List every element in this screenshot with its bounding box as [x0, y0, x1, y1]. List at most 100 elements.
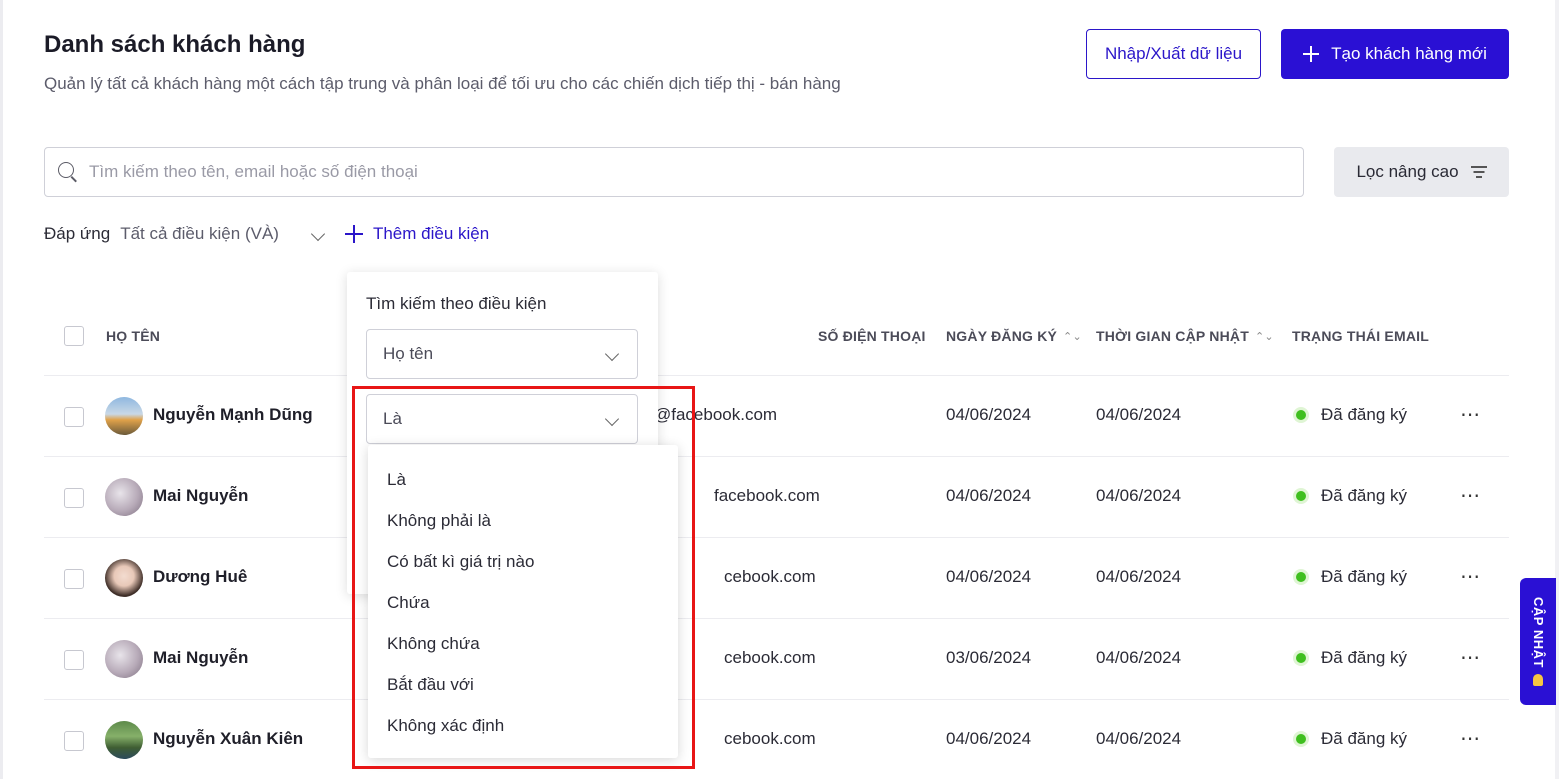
row-checkbox[interactable]: [64, 407, 84, 427]
column-registered[interactable]: NGÀY ĐĂNG KÝ ⌃⌄: [946, 328, 1082, 344]
operator-dropdown: Là Không phải là Có bất kì giá trị nào C…: [368, 445, 678, 758]
updated-date: 04/06/2024: [1096, 729, 1182, 748]
sort-icon: ⌃⌄: [1063, 330, 1082, 343]
operator-option[interactable]: Không chứa: [368, 623, 678, 664]
more-options-icon[interactable]: ⋯: [1460, 564, 1481, 589]
customer-table: HỌ TÊN SỐ ĐIỆN THOẠI NGÀY ĐĂNG KÝ ⌃⌄ THỜ…: [44, 296, 1509, 779]
search-input[interactable]: [89, 162, 1269, 182]
row-checkbox[interactable]: [64, 569, 84, 589]
page-title: Danh sách khách hàng: [44, 31, 306, 58]
updated-date: 04/06/2024: [1096, 567, 1182, 586]
updated-date: 04/06/2024: [1096, 405, 1182, 424]
table-row[interactable]: Mai Nguyễn cebook.com 03/06/2024 04/06/2…: [44, 619, 1509, 700]
email-status: Đã đăng ký: [1293, 567, 1407, 587]
status-dot-icon: [1293, 488, 1309, 504]
create-customer-button[interactable]: Tạo khách hàng mới: [1281, 29, 1509, 79]
email-status: Đã đăng ký: [1293, 648, 1407, 668]
left-edge: [0, 0, 3, 779]
search-icon: [57, 161, 79, 183]
customer-name[interactable]: Mai Nguyễn: [153, 486, 248, 506]
column-phone[interactable]: SỐ ĐIỆN THOẠI: [818, 328, 926, 344]
advanced-filter-label: Lọc nâng cao: [1356, 162, 1459, 181]
email-status: Đã đăng ký: [1293, 486, 1407, 506]
condition-row: Đáp ứng Tất cả điều kiện (VÀ) Thêm điều …: [44, 224, 489, 244]
email-status-label: Đã đăng ký: [1321, 405, 1407, 424]
update-side-tab[interactable]: CẬP NHẬT: [1520, 578, 1556, 705]
row-checkbox[interactable]: [64, 488, 84, 508]
status-dot-icon: [1293, 731, 1309, 747]
column-registered-label: NGÀY ĐĂNG KÝ: [946, 328, 1058, 344]
filter-icon: [1470, 166, 1487, 178]
avatar: [105, 721, 143, 759]
customer-email: @facebook.com: [654, 405, 778, 424]
customer-email: cebook.com: [724, 729, 816, 748]
operator-select-value: Là: [383, 409, 402, 428]
match-select[interactable]: Tất cả điều kiện (VÀ): [120, 224, 326, 244]
email-status: Đã đăng ký: [1293, 729, 1407, 749]
select-all-checkbox[interactable]: [64, 326, 84, 346]
email-status-label: Đã đăng ký: [1321, 729, 1407, 748]
email-status-label: Đã đăng ký: [1321, 486, 1407, 505]
table-row[interactable]: Nguyễn Xuân Kiên cebook.com 04/06/2024 0…: [44, 700, 1509, 779]
search-box[interactable]: [44, 147, 1304, 197]
match-value: Tất cả điều kiện (VÀ): [120, 224, 279, 243]
plus-icon: [1303, 46, 1320, 62]
match-label: Đáp ứng: [44, 224, 111, 243]
customer-name[interactable]: Dương Huê: [153, 567, 247, 587]
avatar: [105, 640, 143, 678]
updated-date: 04/06/2024: [1096, 648, 1182, 667]
operator-select[interactable]: Là: [366, 394, 638, 444]
operator-option[interactable]: Bắt đầu với: [368, 664, 678, 705]
customer-name[interactable]: Mai Nguyễn: [153, 648, 248, 668]
customer-name[interactable]: Nguyễn Mạnh Dũng: [153, 405, 313, 425]
customer-email: cebook.com: [724, 648, 816, 667]
customer-name[interactable]: Nguyễn Xuân Kiên: [153, 729, 303, 749]
chevron-down-icon: [604, 409, 620, 429]
operator-option[interactable]: Có bất kì giá trị nào: [368, 541, 678, 582]
field-select[interactable]: Họ tên: [366, 329, 638, 379]
plus-icon: [344, 225, 363, 243]
avatar: [105, 478, 143, 516]
customer-email: facebook.com: [714, 486, 820, 505]
operator-option[interactable]: Không phải là: [368, 500, 678, 541]
more-options-icon[interactable]: ⋯: [1460, 402, 1481, 427]
operator-option[interactable]: Chứa: [368, 582, 678, 623]
more-options-icon[interactable]: ⋯: [1460, 645, 1481, 670]
field-select-value: Họ tên: [383, 344, 434, 363]
table-row[interactable]: Dương Huê cebook.com 04/06/2024 04/06/20…: [44, 538, 1509, 619]
operator-option[interactable]: Là: [368, 459, 678, 500]
create-customer-label: Tạo khách hàng mới: [1331, 44, 1487, 63]
row-checkbox[interactable]: [64, 650, 84, 670]
column-updated[interactable]: THỜI GIAN CẬP NHẬT ⌃⌄: [1096, 328, 1274, 344]
add-condition-label: Thêm điều kiện: [372, 224, 490, 243]
row-checkbox[interactable]: [64, 731, 84, 751]
more-options-icon[interactable]: ⋯: [1460, 726, 1481, 751]
status-dot-icon: [1293, 569, 1309, 585]
page-subtitle: Quản lý tất cả khách hàng một cách tập t…: [44, 74, 841, 93]
import-export-button[interactable]: Nhập/Xuất dữ liệu: [1086, 29, 1261, 79]
bell-icon: [1533, 673, 1543, 686]
table-row[interactable]: Mai Nguyễn facebook.com 04/06/2024 04/06…: [44, 457, 1509, 538]
add-condition-button[interactable]: Thêm điều kiện: [344, 224, 490, 244]
registered-date: 04/06/2024: [946, 567, 1032, 586]
sort-icon: ⌃⌄: [1254, 330, 1274, 343]
registered-date: 04/06/2024: [946, 729, 1032, 748]
more-options-icon[interactable]: ⋯: [1460, 483, 1481, 508]
column-name[interactable]: HỌ TÊN: [106, 328, 160, 344]
email-status-label: Đã đăng ký: [1321, 648, 1407, 667]
registered-date: 03/06/2024: [946, 648, 1032, 667]
column-updated-label: THỜI GIAN CẬP NHẬT: [1096, 328, 1249, 344]
registered-date: 04/06/2024: [946, 486, 1032, 505]
status-dot-icon: [1293, 407, 1309, 423]
advanced-filter-button[interactable]: Lọc nâng cao: [1334, 147, 1509, 197]
registered-date: 04/06/2024: [946, 405, 1032, 424]
customer-email: cebook.com: [724, 567, 816, 586]
updated-date: 04/06/2024: [1096, 486, 1182, 505]
column-email-status[interactable]: TRẠNG THÁI EMAIL: [1292, 328, 1429, 344]
table-row[interactable]: Nguyễn Mạnh Dũng @facebook.com 04/06/202…: [44, 376, 1509, 457]
popover-title: Tìm kiếm theo điều kiện: [366, 294, 547, 313]
chevron-down-icon: [604, 344, 620, 364]
email-status: Đã đăng ký: [1293, 405, 1407, 425]
operator-option[interactable]: Không xác định: [368, 705, 678, 746]
email-status-label: Đã đăng ký: [1321, 567, 1407, 586]
